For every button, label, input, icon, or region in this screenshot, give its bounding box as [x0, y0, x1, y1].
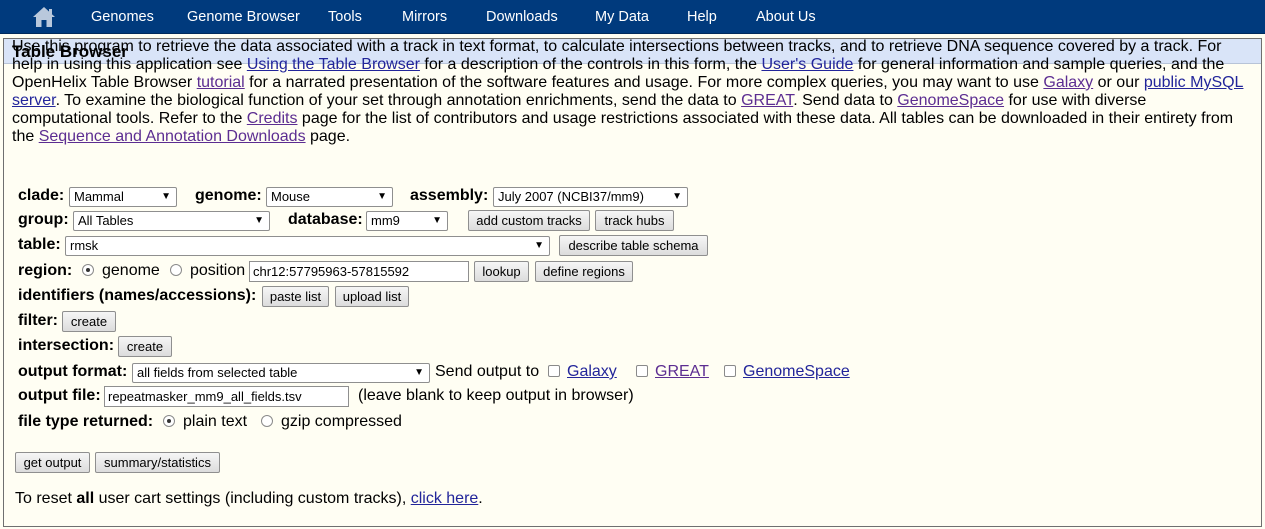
dropdown-arrow-icon: ▼ [161, 191, 171, 202]
nav-about-us[interactable]: About Us [756, 0, 816, 34]
clade-label: clade: [18, 187, 65, 204]
send-galaxy-link[interactable]: Galaxy [567, 363, 617, 381]
assembly-label: assembly: [410, 187, 489, 204]
output-format-value: all fields from selected table [137, 365, 298, 380]
intro-text: page. [305, 128, 351, 145]
reset-text: . [478, 490, 483, 507]
output-file-label: output file: [18, 387, 101, 404]
users-guide-link[interactable]: User's Guide [761, 56, 853, 73]
region-label: region: [18, 262, 73, 279]
paste-list-button[interactable]: paste list [262, 286, 329, 307]
send-genomespace-checkbox[interactable] [724, 365, 736, 377]
clade-value: Mammal [74, 189, 124, 204]
file-type-plain-radio[interactable] [163, 415, 175, 427]
table-value: rmsk [70, 238, 99, 253]
galaxy-link[interactable]: Galaxy [1043, 74, 1093, 91]
intersection-label: intersection: [18, 337, 115, 354]
home-icon[interactable] [31, 5, 57, 29]
reset-click-here-link[interactable]: click here [411, 490, 479, 507]
send-great-link[interactable]: GREAT [655, 363, 709, 381]
genomespace-link[interactable]: GenomeSpace [897, 92, 1004, 109]
intro-paragraph: Use this program to retrieve the data as… [12, 38, 1244, 146]
database-label: database: [288, 211, 363, 228]
clade-select[interactable]: Mammal ▼ [69, 187, 177, 207]
file-type-plain-label: plain text [183, 413, 248, 430]
output-format-label: output format: [18, 363, 128, 380]
using-table-browser-link[interactable]: Using the Table Browser [247, 56, 420, 73]
region-genome-radio[interactable] [82, 264, 94, 276]
nav-mirrors[interactable]: Mirrors [402, 0, 447, 34]
intro-text: . To examine the biological function of … [55, 92, 742, 109]
dropdown-arrow-icon: ▼ [254, 215, 264, 226]
nav-tools[interactable]: Tools [328, 0, 362, 34]
dropdown-arrow-icon: ▼ [672, 191, 682, 202]
intro-text: or our [1093, 74, 1144, 91]
great-link[interactable]: GREAT [741, 92, 793, 109]
nav-my-data[interactable]: My Data [595, 0, 649, 34]
credits-link[interactable]: Credits [247, 110, 298, 127]
get-output-button[interactable]: get output [15, 452, 90, 473]
top-navbar: Genomes Genome Browser Tools Mirrors Dow… [0, 0, 1265, 34]
filter-label: filter: [18, 312, 58, 329]
region-position-radio[interactable] [170, 264, 182, 276]
genome-value: Mouse [271, 189, 311, 204]
intro-text: for a description of the controls in thi… [419, 56, 762, 73]
reset-all-bold: all [76, 490, 95, 507]
reset-text: To reset [15, 490, 77, 507]
upload-list-button[interactable]: upload list [335, 286, 409, 307]
identifiers-label: identifiers (names/accessions): [18, 287, 257, 304]
send-galaxy-checkbox[interactable] [548, 365, 560, 377]
file-type-gzip-label: gzip compressed [281, 413, 402, 430]
dropdown-arrow-icon: ▼ [432, 215, 442, 226]
tutorial-link[interactable]: tutorial [197, 74, 245, 91]
region-position-label: position [190, 262, 246, 279]
track-hubs-button[interactable]: track hubs [595, 210, 674, 231]
define-regions-button[interactable]: define regions [535, 261, 633, 282]
send-genomespace-link[interactable]: GenomeSpace [743, 363, 850, 381]
lookup-button[interactable]: lookup [474, 261, 529, 282]
output-file-hint: (leave blank to keep output in browser) [358, 387, 634, 404]
send-output-to-label: Send output to [435, 363, 540, 380]
genome-select[interactable]: Mouse ▼ [266, 187, 393, 207]
dropdown-arrow-icon: ▼ [414, 367, 424, 378]
group-value: All Tables [78, 213, 134, 228]
intersection-create-button[interactable]: create [118, 336, 172, 357]
position-input[interactable]: chr12:57795963-57815592 [249, 261, 469, 282]
nav-help[interactable]: Help [687, 0, 717, 34]
dropdown-arrow-icon: ▼ [534, 240, 544, 251]
group-select[interactable]: All Tables ▼ [73, 211, 270, 231]
dropdown-arrow-icon: ▼ [377, 191, 387, 202]
sequence-annotation-downloads-link[interactable]: Sequence and Annotation Downloads [39, 128, 306, 145]
nav-genomes[interactable]: Genomes [91, 0, 154, 34]
add-custom-tracks-button[interactable]: add custom tracks [468, 210, 590, 231]
nav-downloads[interactable]: Downloads [486, 0, 558, 34]
intro-text: for a narrated presentation of the softw… [244, 74, 1044, 91]
describe-table-schema-button[interactable]: describe table schema [559, 235, 708, 256]
nav-genome-browser[interactable]: Genome Browser [187, 0, 300, 34]
send-great-checkbox[interactable] [636, 365, 648, 377]
output-file-input[interactable]: repeatmasker_mm9_all_fields.tsv [104, 386, 349, 407]
file-type-label: file type returned: [18, 413, 154, 430]
assembly-value: July 2007 (NCBI37/mm9) [498, 189, 644, 204]
database-select[interactable]: mm9 ▼ [366, 211, 448, 231]
database-value: mm9 [371, 213, 400, 228]
reset-text: user cart settings (including custom tra… [94, 490, 411, 507]
reset-cart-text: To reset all user cart settings (includi… [15, 490, 483, 508]
genome-label: genome: [195, 187, 262, 204]
region-genome-label: genome [102, 262, 160, 279]
filter-create-button[interactable]: create [62, 311, 116, 332]
assembly-select[interactable]: July 2007 (NCBI37/mm9) ▼ [493, 187, 688, 207]
table-select[interactable]: rmsk ▼ [65, 236, 550, 256]
group-label: group: [18, 211, 69, 228]
output-format-select[interactable]: all fields from selected table ▼ [132, 363, 430, 383]
intro-text: . Send data to [793, 92, 898, 109]
summary-statistics-button[interactable]: summary/statistics [95, 452, 220, 473]
table-label: table: [18, 236, 61, 253]
file-type-gzip-radio[interactable] [261, 415, 273, 427]
